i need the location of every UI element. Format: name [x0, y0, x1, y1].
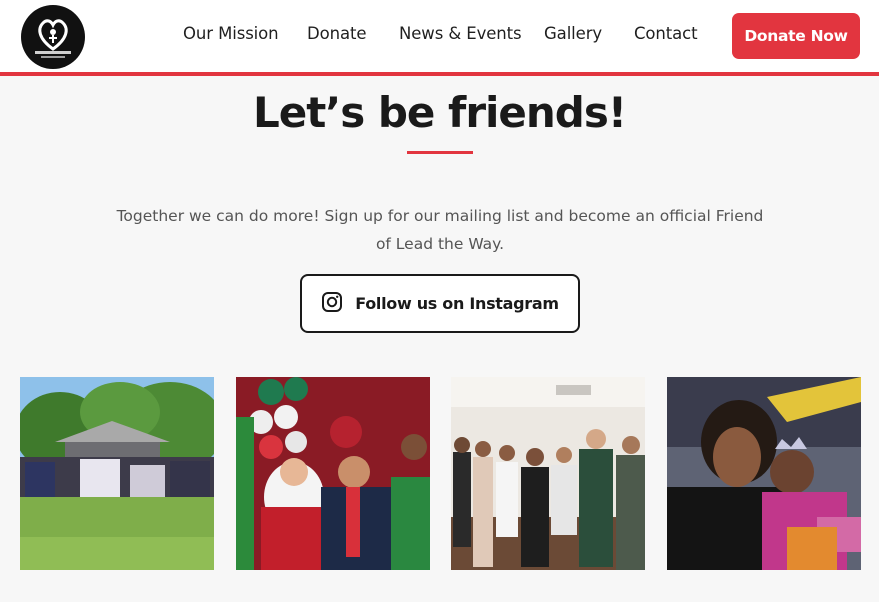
- group-picnic-photo[interactable]: [20, 377, 214, 570]
- site-header: Our Mission Donate News & Events Gallery…: [0, 0, 879, 72]
- lead-the-way-logo[interactable]: [21, 5, 85, 69]
- instagram-follow-button[interactable]: Follow us on Instagram: [300, 274, 580, 333]
- nav-news-events[interactable]: News & Events: [399, 24, 522, 43]
- mother-daughter-photo[interactable]: [667, 377, 861, 570]
- header-divider: [0, 72, 879, 76]
- nav-gallery[interactable]: Gallery: [544, 24, 602, 43]
- nav-contact[interactable]: Contact: [634, 24, 698, 43]
- page-title: Let’s be friends!: [252, 88, 627, 137]
- instagram-button-label: Follow us on Instagram: [355, 294, 559, 313]
- mailing-list-text: Together we can do more! Sign up for our…: [116, 207, 764, 253]
- santa-event-photo[interactable]: [236, 377, 430, 570]
- donate-now-button[interactable]: Donate Now: [732, 13, 860, 59]
- nav-our-mission[interactable]: Our Mission: [183, 24, 279, 43]
- nav-donate[interactable]: Donate: [307, 24, 366, 43]
- instagram-icon: [321, 291, 343, 317]
- team-group-photo[interactable]: [451, 377, 645, 570]
- title-underline: [407, 151, 473, 154]
